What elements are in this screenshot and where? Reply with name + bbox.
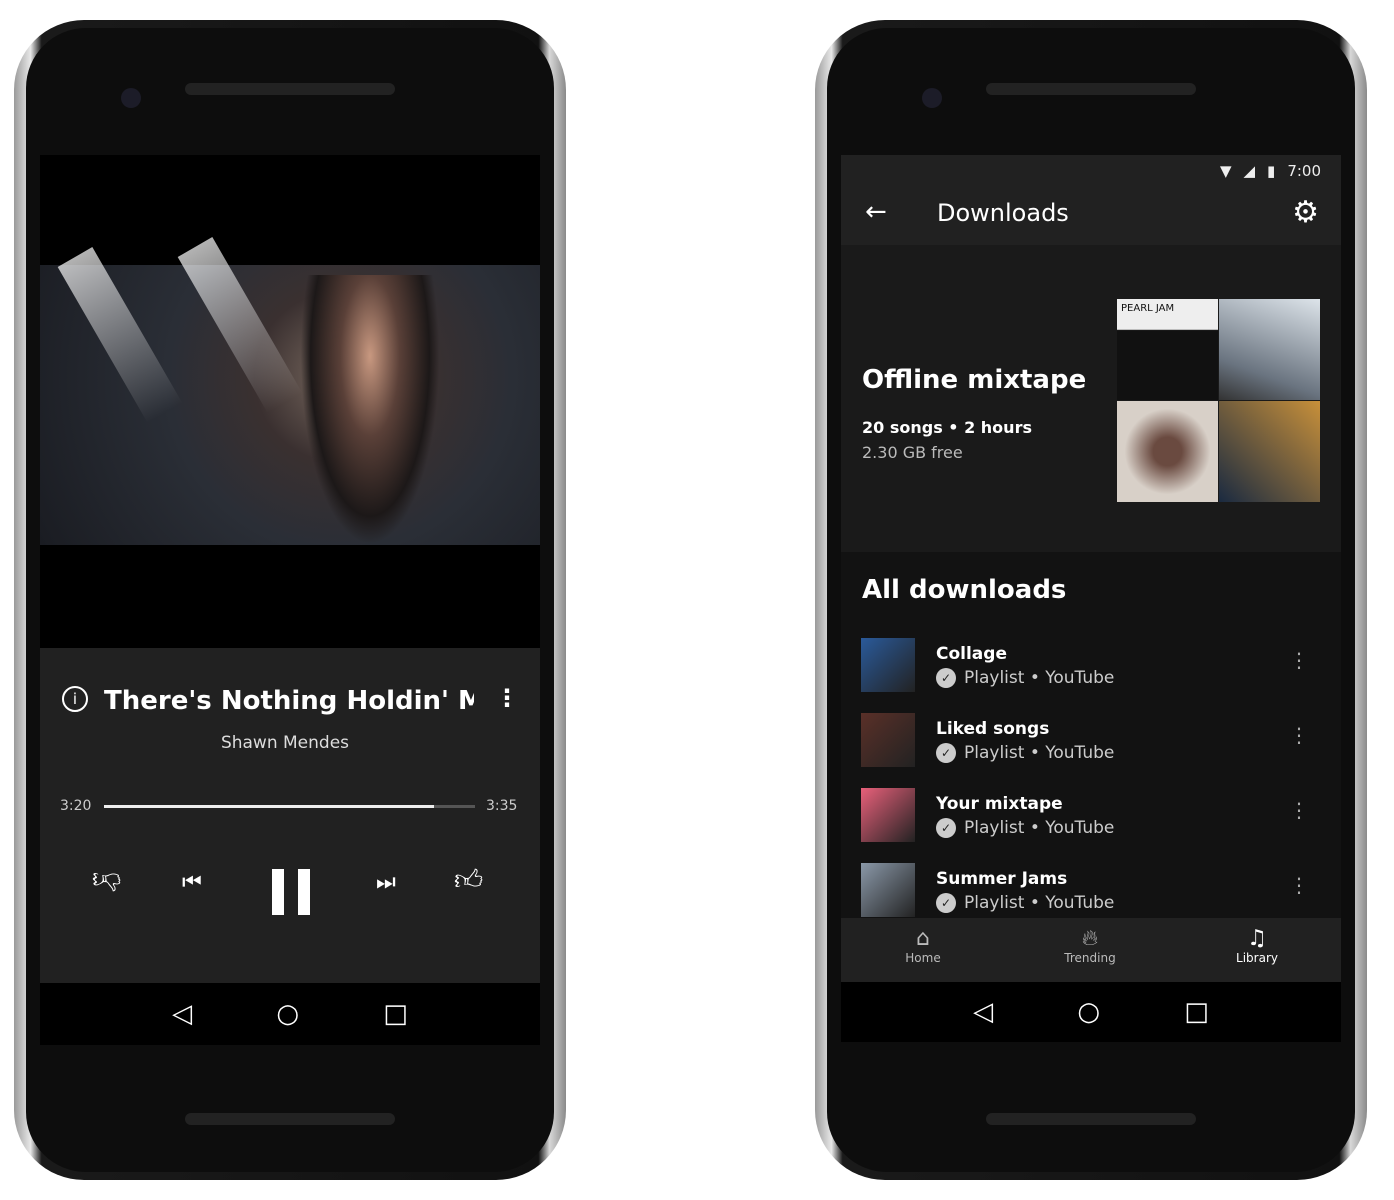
download-item[interactable]: Liked songs ✓ Playlist • YouTube ⋮	[861, 713, 1321, 773]
status-bar: ▼ ◢ ▮ 7:00	[1220, 162, 1321, 180]
nav-trending[interactable]: 🔥︎ Trending	[1040, 918, 1140, 965]
library-music-icon: ♫	[1247, 926, 1267, 951]
thumb-down-icon[interactable]: 👍︎	[92, 863, 121, 897]
bottom-nav: ⌂ Home 🔥︎ Trending ♫ Library	[841, 918, 1341, 982]
duration: 3:35	[486, 798, 518, 814]
system-nav-bar: ◁ ○ □	[841, 982, 1341, 1042]
page-title: Downloads	[937, 199, 1069, 227]
skip-next-icon[interactable]: ⏭︎	[376, 870, 396, 895]
front-camera	[121, 88, 141, 108]
playlist-title: Collage	[936, 644, 1007, 664]
clock: 7:00	[1287, 162, 1321, 180]
skip-previous-icon[interactable]: ⏮︎	[182, 870, 202, 895]
info-icon[interactable]: i	[62, 686, 88, 712]
more-vert-icon[interactable]: ⋮	[1289, 798, 1309, 822]
playlist-title: Liked songs	[936, 719, 1050, 739]
playlist-thumbnail	[861, 788, 915, 842]
speaker	[986, 1113, 1196, 1125]
signal-icon: ◢	[1243, 162, 1256, 180]
downloads-screen: ▼ ◢ ▮ 7:00 ← Downloads ⚙ Offline mixtape 20…	[841, 155, 1341, 1042]
album-art-pearl-jam: PEARL JAM	[1117, 299, 1218, 400]
back-icon[interactable]: ◁	[172, 999, 192, 1029]
playlist-thumbnail	[861, 863, 915, 917]
seek-progress	[104, 805, 435, 808]
front-camera	[922, 88, 942, 108]
mixtape-meta: 20 songs • 2 hours	[862, 418, 1032, 437]
home-icon[interactable]: ○	[276, 999, 299, 1029]
track-title: There's Nothing Holdin' Me B	[104, 686, 474, 716]
playlist-title: Summer Jams	[936, 869, 1068, 889]
settings-gear-icon[interactable]: ⚙	[1292, 195, 1319, 230]
back-icon[interactable]: ◁	[973, 997, 993, 1027]
more-vert-icon[interactable]: ⋮	[495, 684, 519, 712]
download-item[interactable]: Summer Jams ✓ Playlist • YouTube ⋮	[861, 863, 1321, 923]
elapsed-time: 3:20	[60, 798, 92, 814]
artist-name: Shawn Mendes	[220, 733, 350, 753]
downloaded-check-icon: ✓	[936, 893, 956, 913]
recents-icon[interactable]: □	[383, 999, 408, 1029]
home-icon: ⌂	[916, 926, 930, 951]
nav-library[interactable]: ♫ Library	[1207, 918, 1307, 965]
mixtape-title: Offline mixtape	[862, 365, 1087, 395]
storage-free: 2.30 GB free	[862, 443, 963, 462]
home-icon[interactable]: ○	[1077, 997, 1100, 1027]
playlist-thumbnail	[861, 638, 915, 692]
section-title: All downloads	[862, 575, 1067, 605]
mixtape-artwork: PEARL JAM	[1117, 299, 1320, 502]
playlist-subtitle: Playlist • YouTube	[964, 818, 1115, 838]
seek-bar[interactable]	[104, 805, 475, 808]
battery-icon: ▮	[1267, 162, 1276, 180]
system-nav-bar: ◁ ○ □	[40, 983, 540, 1045]
more-vert-icon[interactable]: ⋮	[1289, 648, 1309, 672]
more-vert-icon[interactable]: ⋮	[1289, 723, 1309, 747]
download-item[interactable]: Collage ✓ Playlist • YouTube ⋮	[861, 638, 1321, 698]
nav-home[interactable]: ⌂ Home	[873, 918, 973, 965]
recents-icon[interactable]: □	[1184, 997, 1209, 1027]
offline-mixtape-card[interactable]: Offline mixtape 20 songs • 2 hours 2.30 …	[841, 245, 1341, 552]
playlist-thumbnail	[861, 713, 915, 767]
download-item[interactable]: Your mixtape ✓ Playlist • YouTube ⋮	[861, 788, 1321, 848]
playlist-title: Your mixtape	[936, 794, 1063, 814]
back-arrow-icon[interactable]: ←	[865, 197, 887, 227]
speaker	[185, 1113, 395, 1125]
downloaded-check-icon: ✓	[936, 668, 956, 688]
playlist-subtitle: Playlist • YouTube	[964, 743, 1115, 763]
player-screen: i There's Nothing Holdin' Me B ⋮ Shawn M…	[40, 155, 540, 1045]
more-vert-icon[interactable]: ⋮	[1289, 873, 1309, 897]
phone-right: ▼ ◢ ▮ 7:00 ← Downloads ⚙ Offline mixtape 20…	[815, 20, 1367, 1180]
downloaded-check-icon: ✓	[936, 818, 956, 838]
thumb-up-icon[interactable]: 👍︎	[454, 863, 483, 897]
flame-icon: 🔥︎	[1081, 926, 1099, 951]
wifi-icon: ▼	[1219, 162, 1232, 180]
speaker	[986, 83, 1196, 95]
pause-icon[interactable]	[272, 869, 312, 915]
video-player[interactable]	[40, 237, 540, 545]
downloaded-check-icon: ✓	[936, 743, 956, 763]
playlist-subtitle: Playlist • YouTube	[964, 668, 1115, 688]
speaker	[185, 83, 395, 95]
phone-left: i There's Nothing Holdin' Me B ⋮ Shawn M…	[14, 20, 566, 1180]
playlist-subtitle: Playlist • YouTube	[964, 893, 1115, 913]
app-bar: ▼ ◢ ▮ 7:00 ← Downloads ⚙	[841, 155, 1341, 245]
player-panel: i There's Nothing Holdin' Me B ⋮ Shawn M…	[40, 648, 540, 983]
